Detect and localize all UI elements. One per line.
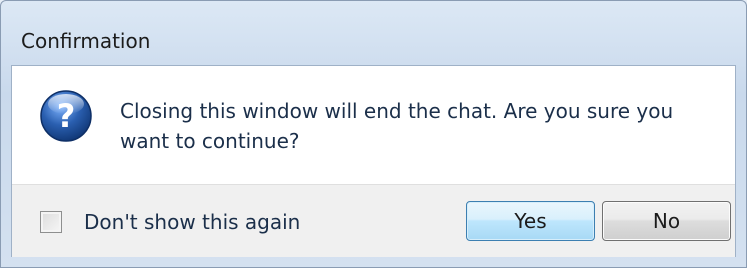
confirmation-message: Closing this window will end the chat. A… xyxy=(120,99,674,153)
checkbox-label[interactable]: Don't show this again xyxy=(84,210,300,234)
message-area: ? Closing this window will end the chat.… xyxy=(12,66,735,184)
checkbox-box[interactable] xyxy=(40,211,62,233)
dont-show-again-checkbox[interactable]: Don't show this again xyxy=(40,207,300,237)
question-icon: ? xyxy=(38,88,94,144)
confirmation-dialog: Confirmation ? Closing this window will … xyxy=(0,0,747,268)
no-button[interactable]: No xyxy=(602,201,731,241)
dialog-client-area: ? Closing this window will end the chat.… xyxy=(11,65,736,257)
button-bar: Don't show this again Yes No xyxy=(12,184,735,257)
title-bar[interactable]: Confirmation xyxy=(1,1,746,65)
window-title: Confirmation xyxy=(21,29,151,53)
yes-button[interactable]: Yes xyxy=(466,201,595,241)
svg-text:?: ? xyxy=(57,97,76,135)
